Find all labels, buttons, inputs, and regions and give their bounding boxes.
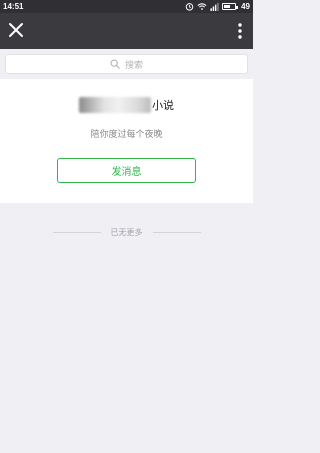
status-icons: 49 bbox=[185, 1, 250, 12]
profile-subtitle: 陪你度过每个夜晚 bbox=[90, 130, 163, 140]
search-input[interactable]: 搜索 bbox=[5, 54, 248, 74]
search-icon bbox=[110, 59, 120, 69]
signal-icon bbox=[210, 2, 219, 11]
blurred-name bbox=[79, 97, 151, 113]
profile-card: 小说 陪你度过每个夜晚 发消息 bbox=[0, 79, 253, 203]
wifi-icon bbox=[197, 3, 207, 10]
search-bar: 搜索 bbox=[0, 49, 253, 79]
more-vertical-icon[interactable] bbox=[235, 21, 245, 41]
send-message-button[interactable]: 发消息 bbox=[57, 158, 196, 183]
status-bar: 14:51 49 bbox=[0, 0, 253, 13]
status-time: 14:51 bbox=[3, 2, 24, 11]
divider-line-left bbox=[52, 231, 101, 233]
profile-name-suffix: 小说 bbox=[152, 99, 174, 112]
search-placeholder: 搜索 bbox=[124, 60, 143, 71]
divider-line-right bbox=[152, 231, 201, 233]
no-more-text: 已无更多 bbox=[110, 227, 143, 237]
no-more-divider: 已无更多 bbox=[0, 226, 253, 238]
close-icon[interactable] bbox=[7, 21, 25, 39]
battery-level: 49 bbox=[241, 2, 250, 11]
alarm-icon bbox=[185, 3, 194, 11]
profile-name: 小说 bbox=[0, 96, 253, 114]
battery-icon bbox=[222, 3, 239, 10]
top-toolbar bbox=[0, 13, 253, 49]
